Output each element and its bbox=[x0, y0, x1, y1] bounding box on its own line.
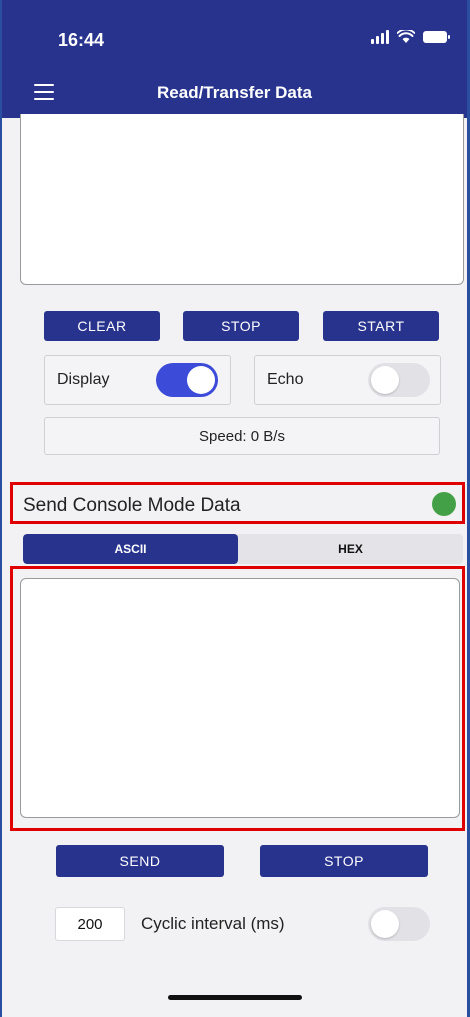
tab-ascii[interactable]: ASCII bbox=[23, 534, 238, 564]
frame-left-edge bbox=[0, 0, 2, 1017]
page-title: Read/Transfer Data bbox=[157, 83, 312, 102]
cyclic-interval-input[interactable] bbox=[55, 907, 125, 941]
cyclic-interval-label: Cyclic interval (ms) bbox=[141, 914, 285, 933]
display-label: Display bbox=[57, 371, 110, 388]
send-console-title: Send Console Mode Data bbox=[23, 495, 241, 516]
battery-icon bbox=[423, 31, 450, 43]
connection-status-dot bbox=[432, 492, 456, 516]
encoding-segmented-control: ASCII HEX bbox=[23, 534, 463, 564]
send-data-input[interactable] bbox=[20, 578, 460, 818]
send-stop-button[interactable]: STOP bbox=[260, 845, 428, 877]
display-toggle[interactable] bbox=[156, 363, 218, 397]
send-button[interactable]: SEND bbox=[56, 845, 224, 877]
status-time: 16:44 bbox=[58, 30, 105, 50]
app-header: 16:44 Read/Transfer Data bbox=[2, 0, 467, 118]
echo-toggle-row: Echo bbox=[254, 355, 441, 405]
signal-icon bbox=[371, 30, 389, 44]
cyclic-toggle[interactable] bbox=[368, 907, 430, 941]
echo-label: Echo bbox=[267, 371, 304, 388]
status-icons bbox=[371, 30, 450, 44]
speed-indicator: Speed: 0 B/s bbox=[44, 417, 440, 455]
toggle-knob bbox=[371, 910, 399, 938]
toggle-knob bbox=[187, 366, 215, 394]
home-indicator[interactable] bbox=[168, 995, 302, 1000]
echo-toggle[interactable] bbox=[368, 363, 430, 397]
clear-button[interactable]: CLEAR bbox=[44, 311, 160, 341]
receive-data-area[interactable] bbox=[20, 114, 464, 285]
receive-stop-button[interactable]: STOP bbox=[183, 311, 299, 341]
start-button[interactable]: START bbox=[323, 311, 439, 341]
display-toggle-row: Display bbox=[44, 355, 231, 405]
wifi-icon bbox=[397, 30, 415, 43]
send-console-header: Send Console Mode Data bbox=[10, 482, 465, 524]
toggle-knob bbox=[371, 366, 399, 394]
tab-hex[interactable]: HEX bbox=[238, 534, 463, 564]
